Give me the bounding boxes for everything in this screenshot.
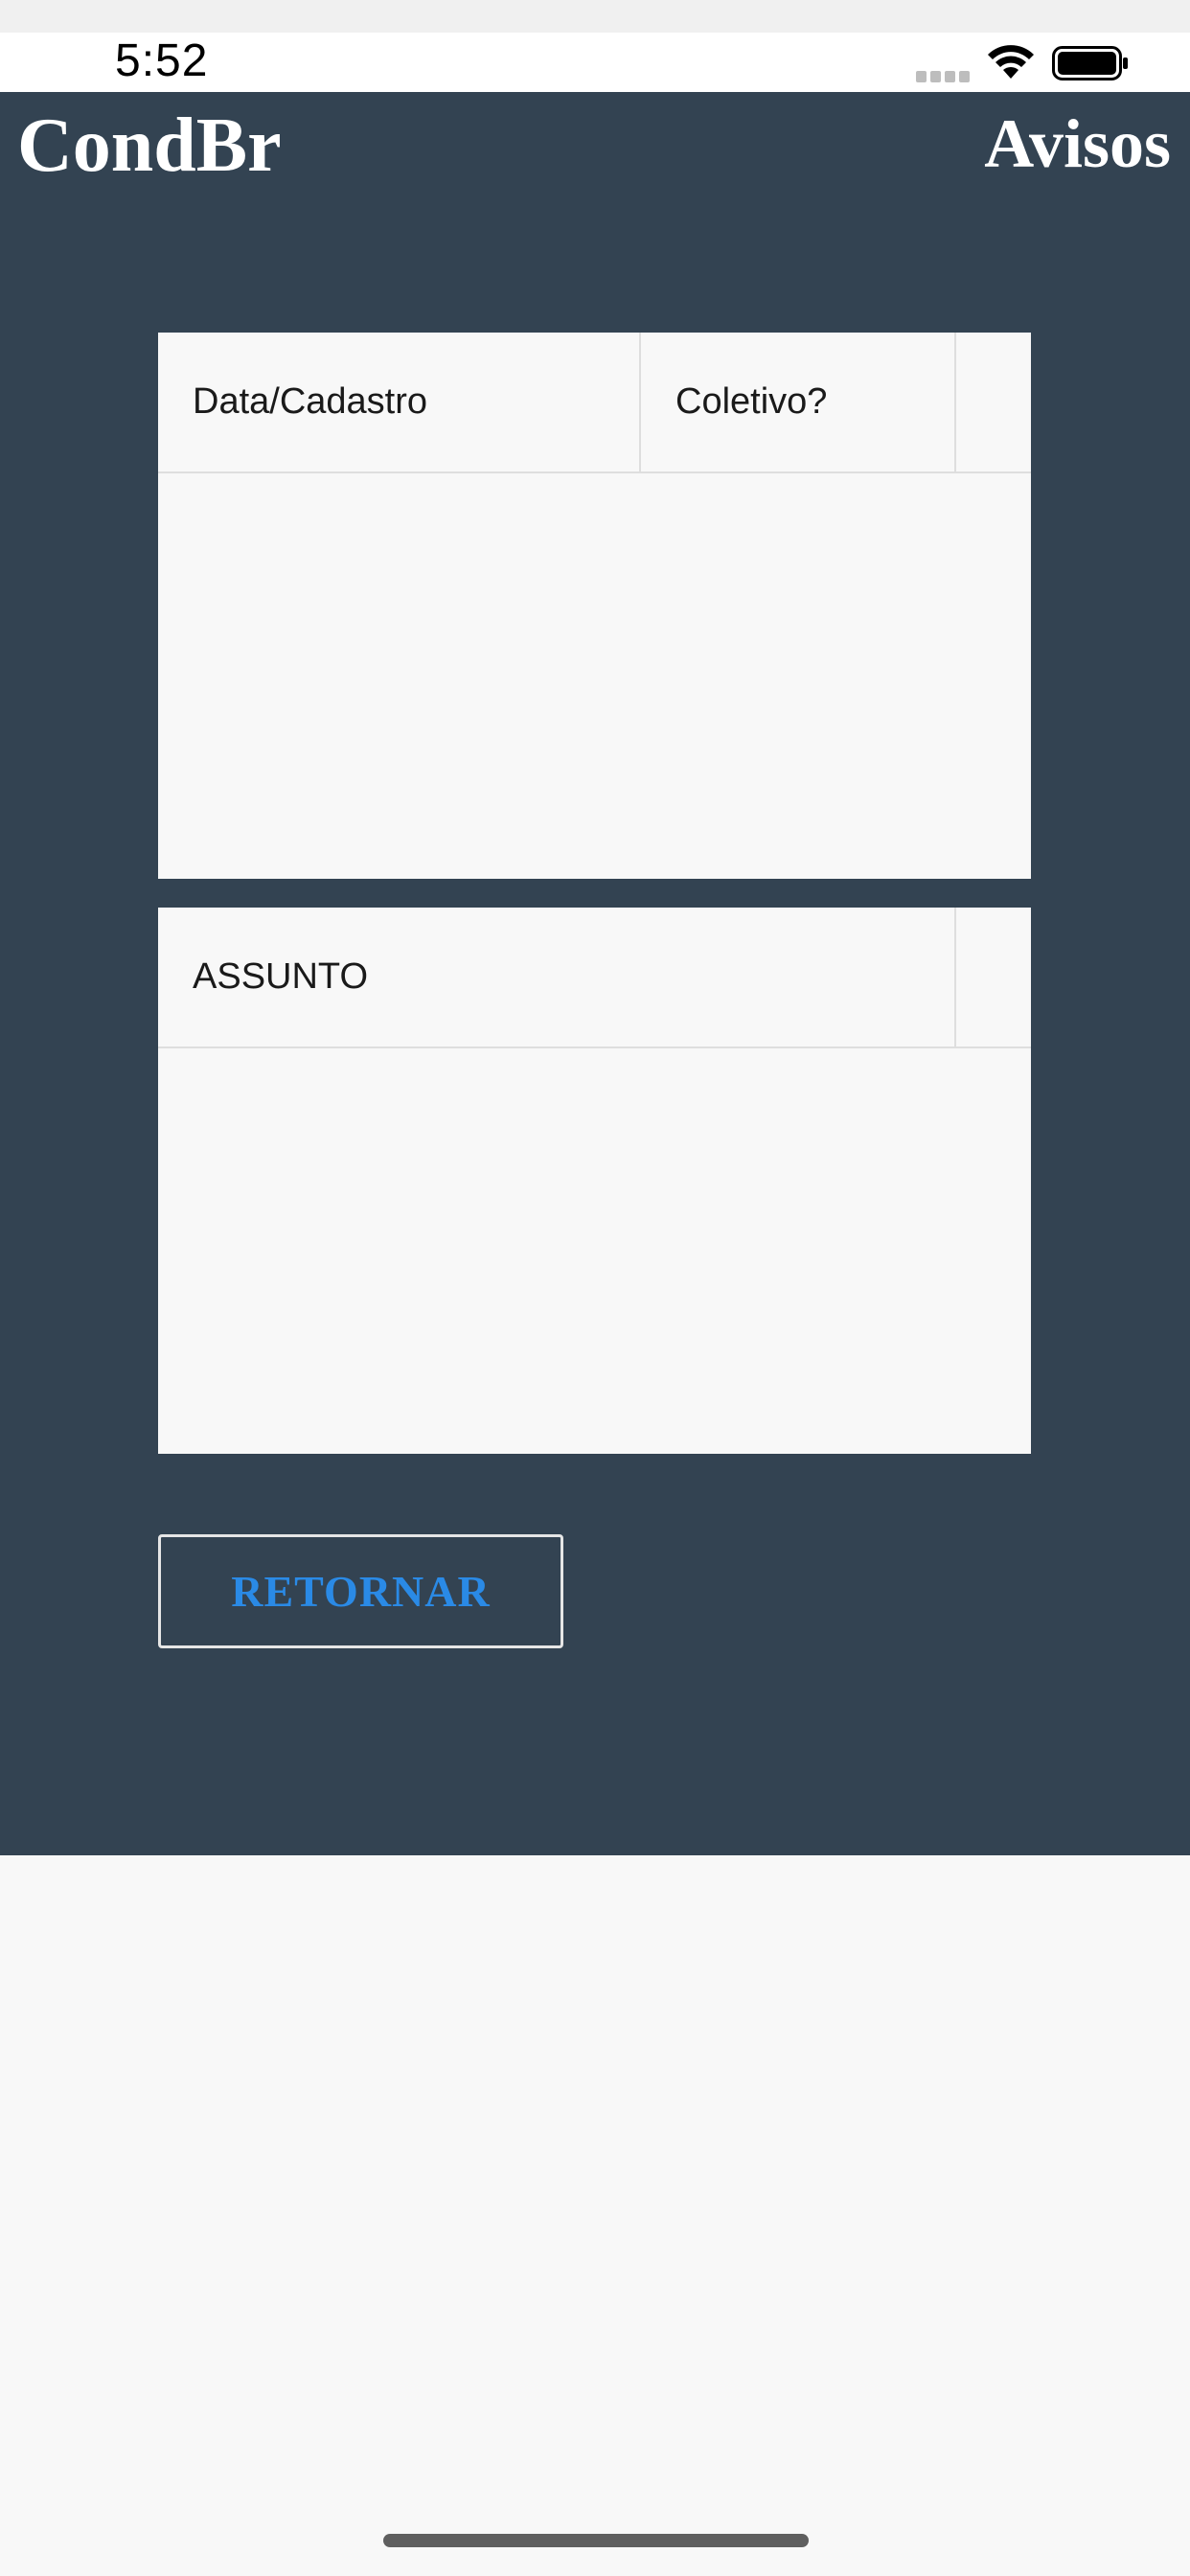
home-indicator[interactable] — [383, 2534, 809, 2547]
battery-icon — [1052, 46, 1128, 80]
return-button[interactable]: RETORNAR — [158, 1534, 563, 1648]
notices-table: Data/Cadastro Coletivo? — [158, 333, 1031, 879]
main-panel: CondBr Avisos Data/Cadastro Coletivo? AS… — [0, 92, 1190, 1855]
page-title: Avisos — [984, 105, 1171, 182]
table-header: Data/Cadastro Coletivo? — [158, 333, 1031, 473]
signal-icon — [916, 71, 972, 82]
wifi-icon — [988, 45, 1034, 79]
column-header-subject[interactable]: ASSUNTO — [158, 908, 954, 1046]
column-header-date[interactable]: Data/Cadastro — [158, 333, 639, 472]
column-header-collective[interactable]: Coletivo? — [641, 333, 954, 472]
top-strip — [0, 0, 1190, 33]
status-bar: 5:52 — [0, 33, 1190, 92]
app-brand: CondBr — [17, 104, 282, 188]
column-header-extra[interactable] — [956, 333, 1031, 472]
status-time: 5:52 — [115, 35, 209, 86]
table-header: ASSUNTO — [158, 908, 1031, 1048]
subject-table: ASSUNTO — [158, 908, 1031, 1454]
column-header-extra[interactable] — [956, 908, 1031, 1046]
